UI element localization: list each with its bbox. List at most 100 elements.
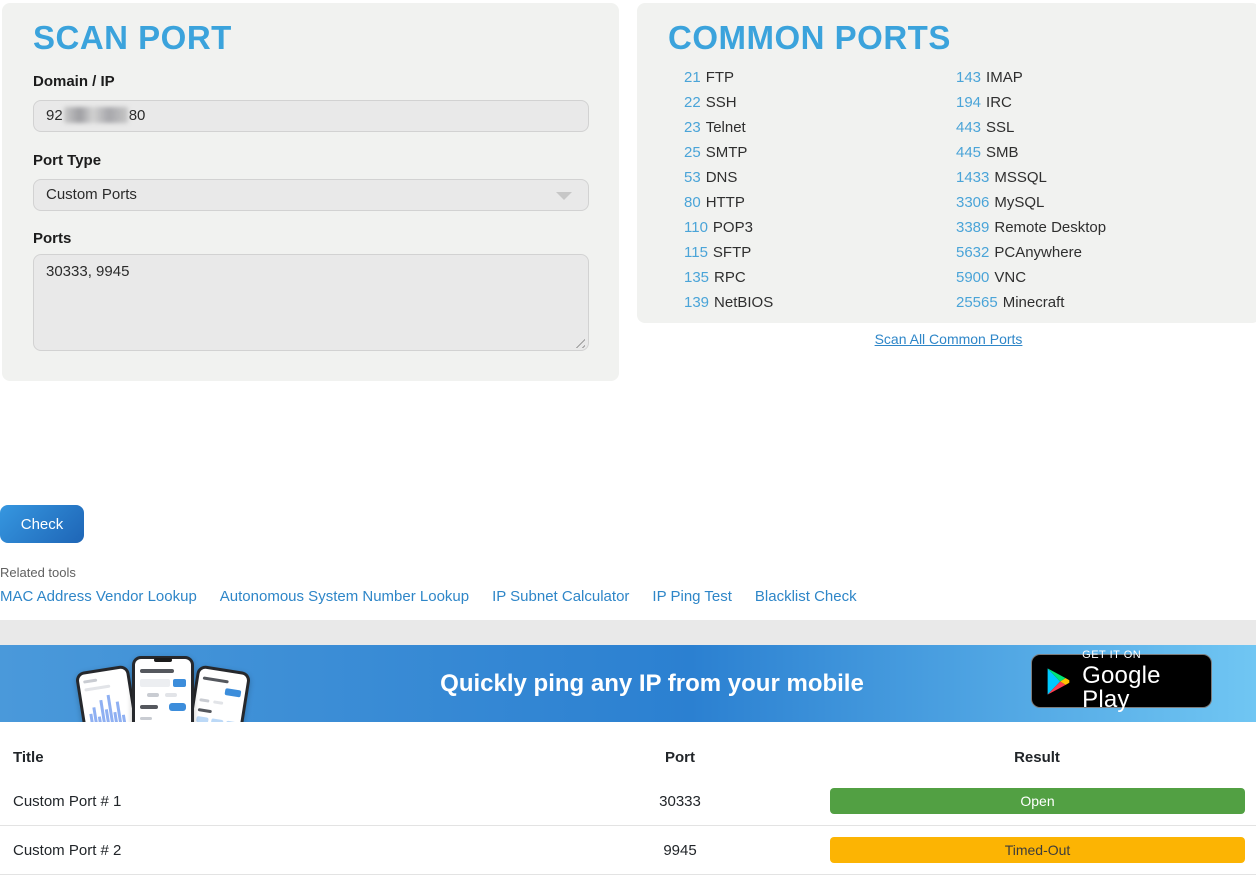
chevron-down-icon bbox=[556, 192, 572, 200]
common-port-item: 25565Minecraft bbox=[956, 290, 1228, 315]
common-port-item: 3389 Remote Desktop bbox=[956, 215, 1228, 240]
result-row-port: 30333 bbox=[560, 793, 800, 810]
common-port-name: Telnet bbox=[706, 119, 746, 136]
check-button[interactable]: Check bbox=[0, 505, 84, 543]
results-table: Title Port Result Custom Port # 1 30333 … bbox=[0, 738, 1256, 875]
results-header-row: Title Port Result bbox=[0, 738, 1256, 777]
common-port-name: Remote Desktop bbox=[994, 219, 1106, 236]
get-it-on-label: GET IT ON bbox=[1082, 650, 1198, 661]
common-port-item: 135 RPC bbox=[684, 265, 956, 290]
common-port-item: 23 Telnet bbox=[684, 115, 956, 140]
phone-notch bbox=[154, 658, 172, 662]
common-port-item: 139 NetBIOS bbox=[684, 290, 956, 315]
common-port-name: DNS bbox=[706, 169, 738, 186]
common-port-link[interactable]: 3389 bbox=[956, 219, 989, 236]
domain-ip-input[interactable]: 92 80 bbox=[33, 100, 589, 132]
results-header-result: Result bbox=[809, 749, 1256, 766]
common-port-name: MySQL bbox=[994, 194, 1044, 211]
common-port-link[interactable]: 110 bbox=[684, 219, 708, 236]
common-port-link[interactable]: 25565 bbox=[956, 294, 998, 311]
port-type-select[interactable]: Custom Ports bbox=[33, 179, 589, 211]
scan-all-wrapper: Scan All Common Ports bbox=[637, 331, 1256, 347]
domain-ip-redacted-blur bbox=[64, 107, 128, 123]
scan-port-title: SCAN PORT bbox=[33, 19, 232, 57]
common-port-item: 53 DNS bbox=[684, 165, 956, 190]
status-badge-open: Open bbox=[830, 788, 1245, 814]
common-port-link[interactable]: 139 bbox=[684, 294, 709, 311]
common-port-item: 5900VNC bbox=[956, 265, 1228, 290]
related-link-asn-lookup[interactable]: Autonomous System Number Lookup bbox=[220, 588, 469, 605]
common-port-link[interactable]: 5632 bbox=[956, 244, 989, 261]
common-port-item: 21 FTP bbox=[684, 65, 956, 90]
common-port-link[interactable]: 445 bbox=[956, 144, 981, 161]
results-header-port: Port bbox=[560, 749, 800, 766]
result-row-title: Custom Port # 2 bbox=[0, 842, 560, 859]
ports-label: Ports bbox=[33, 230, 71, 247]
related-link-mac-address-vendor-lookup[interactable]: MAC Address Vendor Lookup bbox=[0, 588, 197, 605]
common-port-link[interactable]: 135 bbox=[684, 269, 709, 286]
common-port-link[interactable]: 1433 bbox=[956, 169, 989, 186]
common-port-item: 80 HTTP bbox=[684, 190, 956, 215]
common-port-item: 143IMAP bbox=[956, 65, 1228, 90]
status-badge-timed-out: Timed-Out bbox=[830, 837, 1245, 863]
common-port-item: 115 SFTP bbox=[684, 240, 956, 265]
common-port-name: SSL bbox=[986, 119, 1014, 136]
common-port-name: MSSQL bbox=[994, 169, 1047, 186]
result-row-title: Custom Port # 1 bbox=[0, 793, 560, 810]
related-tools-links: MAC Address Vendor Lookup Autonomous Sys… bbox=[0, 588, 857, 605]
mobile-app-banner: Quickly ping any IP from your mobile GET… bbox=[0, 645, 1256, 722]
common-port-item: 22 SSH bbox=[684, 90, 956, 115]
common-port-item: 1433 MSSQL bbox=[956, 165, 1228, 190]
common-port-item: 5632 PCAnywhere bbox=[956, 240, 1228, 265]
common-port-link[interactable]: 5900 bbox=[956, 269, 989, 286]
common-port-link[interactable]: 21 bbox=[684, 69, 701, 86]
common-port-link[interactable]: 194 bbox=[956, 94, 981, 111]
related-link-ip-subnet-calculator[interactable]: IP Subnet Calculator bbox=[492, 588, 629, 605]
common-port-link[interactable]: 115 bbox=[684, 244, 708, 261]
common-ports-list: 21 FTP 22 SSH 23 Telnet 25 SMTP 53 DNS 80 HTTP… bbox=[684, 65, 1228, 315]
common-port-name: POP3 bbox=[713, 219, 753, 236]
table-row: Custom Port # 1 30333 Open bbox=[0, 777, 1256, 826]
port-type-selected-value: Custom Ports bbox=[46, 186, 137, 203]
scan-all-common-ports-link[interactable]: Scan All Common Ports bbox=[875, 331, 1023, 347]
common-port-name: PCAnywhere bbox=[994, 244, 1082, 261]
common-port-link[interactable]: 80 bbox=[684, 194, 701, 211]
common-port-link[interactable]: 22 bbox=[684, 94, 701, 111]
phone-mockup-center bbox=[132, 656, 194, 722]
results-header-title: Title bbox=[0, 749, 560, 766]
common-port-item: 445 SMB bbox=[956, 140, 1228, 165]
domain-ip-value-prefix: 92 bbox=[46, 107, 63, 124]
common-port-name: SMB bbox=[986, 144, 1019, 161]
ports-textarea[interactable]: 30333, 9945 bbox=[33, 254, 589, 351]
common-port-link[interactable]: 23 bbox=[684, 119, 701, 136]
common-port-item: 3306 MySQL bbox=[956, 190, 1228, 215]
common-port-name: SFTP bbox=[713, 244, 751, 261]
common-port-item: 25 SMTP bbox=[684, 140, 956, 165]
common-port-link[interactable]: 53 bbox=[684, 169, 701, 186]
common-port-item: 110 POP3 bbox=[684, 215, 956, 240]
common-port-name: SMTP bbox=[706, 144, 748, 161]
google-play-label: Google Play bbox=[1082, 664, 1198, 712]
related-tools-label: Related tools bbox=[0, 565, 76, 580]
common-ports-column-right: 143IMAP 194IRC 443SSL 445SMB 1433MSSQL 3… bbox=[956, 65, 1228, 315]
common-port-link[interactable]: 143 bbox=[956, 69, 981, 86]
related-link-ip-ping-test[interactable]: IP Ping Test bbox=[652, 588, 732, 605]
banner-title: Quickly ping any IP from your mobile bbox=[440, 670, 864, 698]
google-play-badge[interactable]: GET IT ON Google Play bbox=[1031, 654, 1212, 708]
common-port-item: 443 SSL bbox=[956, 115, 1228, 140]
common-port-name: NetBIOS bbox=[714, 294, 773, 311]
common-port-link[interactable]: 3306 bbox=[956, 194, 989, 211]
common-port-link[interactable]: 25 bbox=[684, 144, 701, 161]
divider-strip bbox=[0, 620, 1256, 645]
common-port-name: FTP bbox=[706, 69, 734, 86]
result-row-port: 9945 bbox=[560, 842, 800, 859]
common-port-link[interactable]: 443 bbox=[956, 119, 981, 136]
related-link-blacklist-check[interactable]: Blacklist Check bbox=[755, 588, 857, 605]
page: SCAN PORT Domain / IP 9280 Port Type Cus… bbox=[0, 0, 1256, 875]
google-play-icon bbox=[1045, 665, 1071, 698]
common-port-name: SSH bbox=[706, 94, 737, 111]
common-port-name: HTTP bbox=[706, 194, 745, 211]
common-port-name: RPC bbox=[714, 269, 746, 286]
domain-ip-value-suffix: 80 bbox=[129, 107, 146, 124]
table-row: Custom Port # 2 9945 Timed-Out bbox=[0, 826, 1256, 875]
